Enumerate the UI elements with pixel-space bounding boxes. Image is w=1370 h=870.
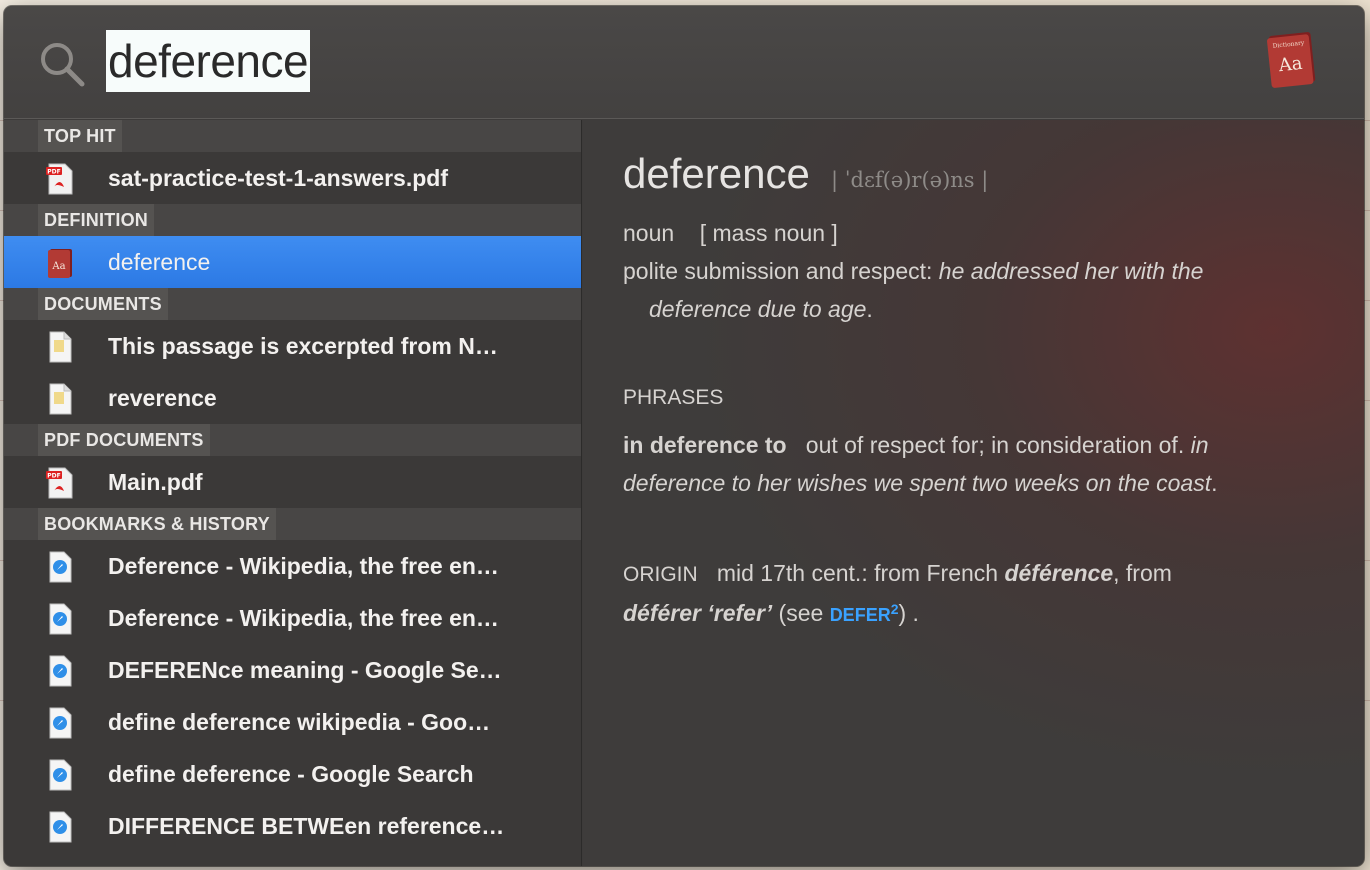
section-header-pdf-documents: PDF DOCUMENTS — [4, 424, 581, 456]
result-main-pdf[interactable]: PDF Main.pdf — [4, 456, 581, 508]
phrase-term: in deference to — [623, 432, 787, 458]
result-bookmark-6[interactable]: DIFFERENCE BETWEen reference… — [4, 800, 581, 852]
phrase-definition: out of respect for; in consideration of. — [805, 432, 1185, 458]
phrase-line-2: deference to her wishes we spent two wee… — [623, 470, 1218, 496]
webloc-icon — [49, 759, 72, 791]
origin-word-1: déférence — [1004, 560, 1114, 586]
phrase-example-1: in — [1190, 432, 1209, 458]
defer-link[interactable]: DEFER2 — [830, 601, 899, 625]
origin-word-2: déférer ‘refer’ — [623, 600, 773, 626]
pronunciation: | ˈdɛf(ə)r(ə)ns | — [831, 168, 989, 192]
search-bar: deference Dictionary Aa — [4, 6, 1364, 119]
result-label: sat-practice-test-1-answers.pdf — [108, 165, 448, 191]
result-bookmark-5[interactable]: define deference - Google Search — [4, 748, 581, 800]
result-definition-deference[interactable]: Aa deference — [4, 236, 581, 288]
phrases-heading: PHRASES — [623, 386, 724, 409]
section-header-bookmarks-history: BOOKMARKS & HISTORY — [4, 508, 581, 540]
document-icon — [49, 331, 72, 363]
result-bookmark-1[interactable]: Deference - Wikipedia, the free en… — [4, 540, 581, 592]
phrase-example-2: deference to her wishes we spent two wee… — [623, 470, 1212, 496]
document-icon — [49, 383, 72, 415]
definition-line-1: polite submission and respect: he addres… — [623, 258, 1203, 285]
grammar-note: [ mass noun ] — [699, 220, 838, 246]
pdf-icon: PDF — [46, 467, 73, 499]
result-label: DIFFERENCE BETWEen reference… — [108, 813, 505, 839]
definition-preview: deference | ˈdɛf(ə)r(ə)ns | noun [ mass … — [583, 120, 1364, 866]
svg-text:Aa: Aa — [1277, 53, 1304, 76]
result-bookmark-4[interactable]: define deference wikipedia - Goo… — [4, 696, 581, 748]
example-text-1: he addressed her with the — [938, 258, 1204, 284]
svg-text:PDF: PDF — [47, 473, 60, 480]
webloc-icon — [49, 655, 72, 687]
definition-text: polite submission and respect: — [623, 258, 933, 284]
result-reverence-document[interactable]: reverence — [4, 372, 581, 424]
results-list: TOP HIT PDF sat-practice-test-1-answers.… — [4, 120, 582, 866]
spotlight-window: deference Dictionary Aa TOP HIT PDF sat-… — [4, 6, 1364, 866]
pdf-icon: PDF — [46, 163, 73, 195]
result-label: Deference - Wikipedia, the free en… — [108, 553, 499, 579]
result-label: reverence — [108, 385, 217, 411]
result-passage-document[interactable]: This passage is excerpted from N… — [4, 320, 581, 372]
origin-line-1: ORIGIN mid 17th cent.: from French défér… — [623, 560, 1172, 587]
origin-text-3: (see — [778, 600, 824, 626]
result-label: define deference - Google Search — [108, 761, 474, 787]
origin-line-2: déférer ‘refer’ (see DEFER2) . — [623, 600, 919, 627]
dictionary-icon: Aa — [48, 249, 72, 278]
definition-line-2: deference due to age. — [649, 296, 873, 322]
origin-text-2: , from — [1113, 560, 1172, 586]
webloc-icon — [49, 707, 72, 739]
result-label: deference — [108, 249, 211, 275]
pos-line: noun [ mass noun ] — [623, 220, 838, 247]
result-sat-practice-pdf[interactable]: PDF sat-practice-test-1-answers.pdf — [4, 152, 581, 204]
result-label: DEFERENce meaning - Google Se… — [108, 657, 502, 683]
webloc-icon — [49, 603, 72, 635]
origin-heading: ORIGIN — [623, 563, 698, 586]
webloc-icon — [49, 551, 72, 583]
svg-text:PDF: PDF — [47, 169, 60, 176]
section-header-documents: DOCUMENTS — [4, 288, 581, 320]
headword: deference — [623, 150, 810, 197]
example-text-2: deference due to age — [649, 296, 867, 322]
part-of-speech: noun — [623, 220, 675, 246]
result-label: This passage is excerpted from N… — [108, 333, 498, 359]
result-label: Main.pdf — [108, 469, 203, 495]
result-bookmark-3[interactable]: DEFERENce meaning - Google Se… — [4, 644, 581, 696]
webloc-icon — [49, 811, 72, 843]
section-header-definition: DEFINITION — [4, 204, 581, 236]
search-icon — [41, 43, 85, 87]
origin-text-1: mid 17th cent.: from French — [716, 560, 999, 586]
result-label: define deference wikipedia - Goo… — [108, 709, 491, 735]
origin-text-4: ) . — [898, 600, 919, 626]
section-header-top-hit: TOP HIT — [4, 120, 581, 152]
phrase-line-1: in deference to out of respect for; in c… — [623, 432, 1209, 459]
svg-text:Aa: Aa — [51, 261, 65, 272]
result-bookmark-2[interactable]: Deference - Wikipedia, the free en… — [4, 592, 581, 644]
result-label: Deference - Wikipedia, the free en… — [108, 605, 499, 631]
dictionary-app-icon: Dictionary Aa — [1267, 32, 1316, 88]
search-input[interactable]: deference — [106, 30, 311, 92]
